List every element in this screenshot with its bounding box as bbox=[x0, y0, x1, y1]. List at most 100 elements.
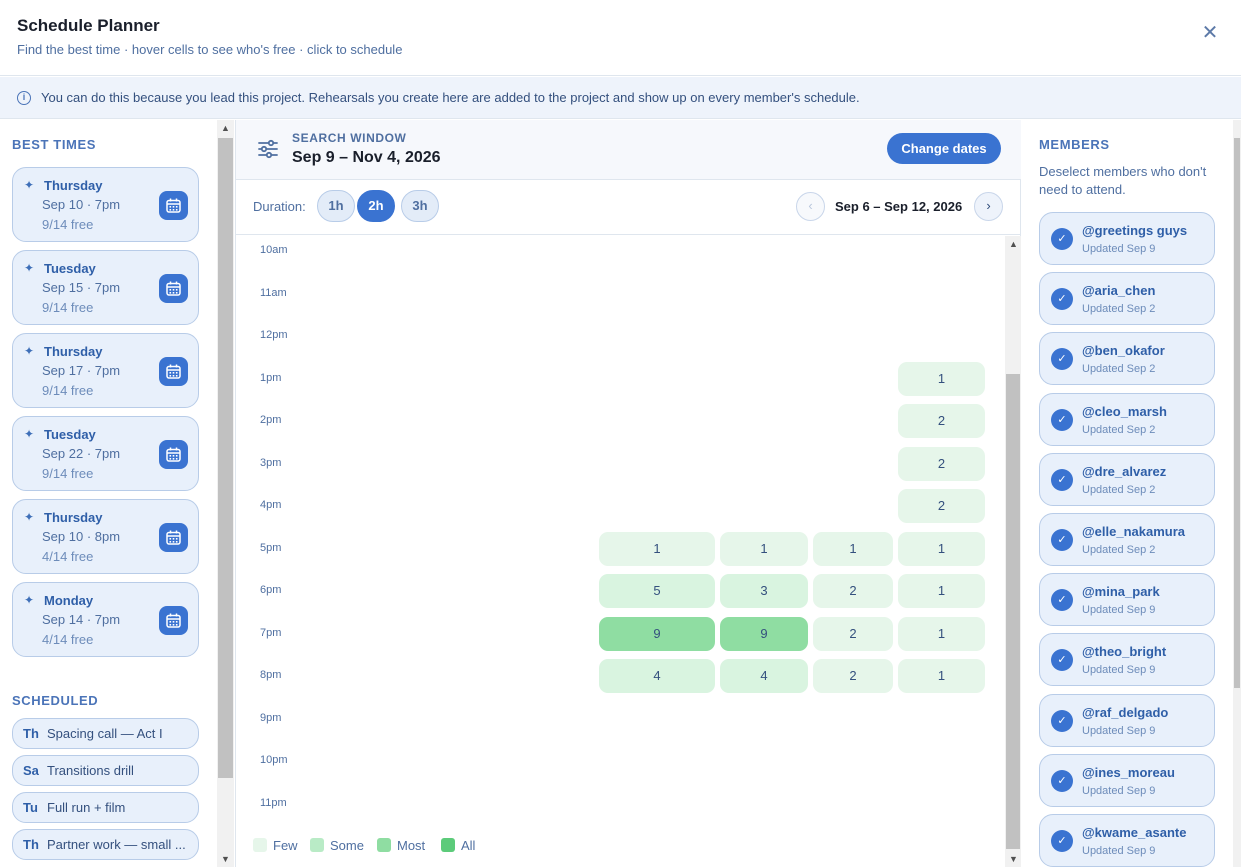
scheduled-item-name: Full run + film bbox=[47, 800, 126, 815]
best-time-card[interactable]: ✦ Thursday Sep 10 · 7pm 9/14 free bbox=[12, 167, 199, 242]
scheduled-item[interactable]: Tu Full run + film bbox=[12, 792, 199, 823]
best-time-card[interactable]: ✦ Tuesday Sep 15 · 7pm 9/14 free bbox=[12, 250, 199, 325]
schedule-calendar-button[interactable] bbox=[159, 357, 188, 386]
check-icon[interactable]: ✓ bbox=[1051, 589, 1073, 612]
best-time-card[interactable]: ✦ Thursday Sep 10 · 8pm 4/14 free bbox=[12, 499, 199, 574]
availability-cell[interactable]: 4 bbox=[599, 659, 715, 693]
availability-cell[interactable]: 2 bbox=[898, 489, 985, 523]
check-icon[interactable]: ✓ bbox=[1051, 348, 1073, 371]
scroll-thumb[interactable] bbox=[1234, 138, 1240, 688]
member-toggle[interactable]: ✓ @ben_okafor Updated Sep 2 bbox=[1039, 332, 1215, 386]
scroll-down-icon[interactable]: ▼ bbox=[1005, 851, 1022, 867]
check-icon[interactable]: ✓ bbox=[1051, 709, 1073, 732]
check-icon[interactable]: ✓ bbox=[1051, 769, 1073, 792]
availability-cell[interactable]: 9 bbox=[720, 616, 808, 651]
member-toggle[interactable]: ✓ @dre_alvarez Updated Sep 2 bbox=[1039, 452, 1215, 506]
member-toggle[interactable]: ✓ @cleo_marsh Updated Sep 2 bbox=[1039, 392, 1215, 446]
check-icon[interactable]: ✓ bbox=[1051, 288, 1073, 311]
availability-cell[interactable]: 5 bbox=[599, 574, 715, 608]
members-scrollbar[interactable] bbox=[1233, 120, 1241, 867]
best-time-card[interactable]: ✦ Monday Sep 14 · 7pm 4/14 free bbox=[12, 582, 199, 657]
availability-cell[interactable]: 2 bbox=[813, 659, 893, 693]
scroll-thumb[interactable] bbox=[218, 138, 233, 778]
chevron-left-icon[interactable]: ‹ bbox=[796, 192, 825, 221]
availability-cell[interactable]: 1 bbox=[898, 574, 985, 608]
check-icon[interactable]: ✓ bbox=[1051, 228, 1073, 250]
availability-cell[interactable]: 4 bbox=[720, 659, 808, 693]
scheduled-item[interactable]: Th Spacing call — Act I bbox=[12, 718, 199, 749]
page-subtitle: Find the best time · hover cells to see … bbox=[17, 42, 403, 57]
scroll-thumb[interactable] bbox=[1006, 374, 1020, 849]
hour-label: 12pm bbox=[260, 329, 288, 341]
best-time-card[interactable]: ✦ Thursday Sep 17 · 7pm 9/14 free bbox=[12, 333, 199, 408]
sparkle-icon: ✦ bbox=[24, 510, 35, 524]
availability-cell[interactable]: 2 bbox=[813, 616, 893, 651]
search-window-label: SEARCH WINDOW bbox=[292, 131, 407, 145]
availability-cell[interactable]: 1 bbox=[898, 616, 985, 651]
calendar-icon bbox=[166, 281, 181, 296]
availability-cell[interactable]: 1 bbox=[898, 659, 985, 693]
schedule-calendar-button[interactable] bbox=[159, 191, 188, 220]
scheduled-item[interactable]: Sa Transitions drill bbox=[12, 755, 199, 786]
left-scrollbar[interactable]: ▲ ▼ bbox=[217, 120, 234, 867]
member-toggle[interactable]: ✓ @elle_nakamura Updated Sep 2 bbox=[1039, 513, 1215, 566]
member-updated: Updated Sep 9 bbox=[1082, 845, 1156, 857]
schedule-calendar-button[interactable] bbox=[159, 523, 188, 552]
availability-cell[interactable]: 1 bbox=[720, 531, 808, 566]
duration-2h-button[interactable]: 2h bbox=[357, 190, 395, 222]
availability-cell[interactable]: 1 bbox=[898, 531, 985, 566]
best-time-day: Monday bbox=[44, 593, 94, 608]
close-icon[interactable]: ✕ bbox=[1201, 23, 1219, 43]
schedule-grid-panel: SEARCH WINDOW Sep 9 – Nov 4, 2026 Change… bbox=[235, 120, 1021, 867]
member-toggle[interactable]: ✓ @greetings guys Updated Sep 9 bbox=[1039, 212, 1215, 265]
check-icon[interactable]: ✓ bbox=[1051, 408, 1073, 431]
legend-item-most: Most bbox=[377, 838, 425, 853]
best-time-day: Thursday bbox=[44, 178, 103, 193]
availability-cell[interactable]: 3 bbox=[720, 574, 808, 608]
scheduled-label: SCHEDULED bbox=[12, 693, 99, 708]
best-time-free-count: 9/14 free bbox=[42, 217, 94, 232]
schedule-calendar-button[interactable] bbox=[159, 606, 188, 635]
scheduled-item[interactable]: Th Partner work — small ... bbox=[12, 829, 199, 860]
check-icon[interactable]: ✓ bbox=[1051, 468, 1073, 491]
check-icon[interactable]: ✓ bbox=[1051, 649, 1073, 672]
members-panel: MEMBERS Deselect members who don't need … bbox=[1022, 120, 1241, 867]
member-toggle[interactable]: ✓ @raf_delgado Updated Sep 9 bbox=[1039, 693, 1215, 747]
duration-1h-button[interactable]: 1h bbox=[317, 190, 355, 222]
duration-3h-button[interactable]: 3h bbox=[401, 190, 439, 222]
schedule-calendar-button[interactable] bbox=[159, 274, 188, 303]
scroll-down-icon[interactable]: ▼ bbox=[217, 851, 234, 867]
grid-scrollbar[interactable]: ▲ ▼ bbox=[1005, 236, 1021, 867]
member-updated: Updated Sep 2 bbox=[1082, 423, 1156, 436]
check-icon[interactable]: ✓ bbox=[1051, 529, 1073, 551]
schedule-calendar-button[interactable] bbox=[159, 440, 188, 469]
availability-cell[interactable]: 2 bbox=[898, 404, 985, 438]
best-time-card[interactable]: ✦ Tuesday Sep 22 · 7pm 9/14 free bbox=[12, 416, 199, 491]
hour-label: 10am bbox=[260, 244, 288, 256]
member-toggle[interactable]: ✓ @kwame_asante Updated Sep 9 bbox=[1039, 814, 1215, 867]
best-time-slot: Sep 14 · 7pm bbox=[42, 612, 121, 627]
best-time-day: Tuesday bbox=[44, 427, 96, 442]
member-toggle[interactable]: ✓ @aria_chen Updated Sep 2 bbox=[1039, 272, 1215, 326]
availability-cell[interactable]: 2 bbox=[813, 574, 893, 608]
availability-cell[interactable]: 1 bbox=[898, 361, 985, 396]
member-updated: Updated Sep 2 bbox=[1082, 363, 1156, 376]
member-toggle[interactable]: ✓ @theo_bright Updated Sep 9 bbox=[1039, 633, 1215, 687]
member-toggle[interactable]: ✓ @ines_moreau Updated Sep 9 bbox=[1039, 753, 1215, 807]
availability-cell[interactable]: 9 bbox=[599, 616, 715, 651]
member-toggle[interactable]: ✓ @mina_park Updated Sep 9 bbox=[1039, 573, 1215, 627]
member-handle: @elle_nakamura bbox=[1082, 524, 1186, 539]
hour-label: 3pm bbox=[260, 456, 282, 469]
scroll-up-icon[interactable]: ▲ bbox=[217, 120, 234, 136]
hour-label: 9pm bbox=[260, 711, 282, 724]
availability-grid: 10am 11am 12pm 1pm 2pm 3pm 4pm 5pm 6pm 7pm 8pm 9pm 1… bbox=[236, 236, 1006, 867]
availability-cell[interactable]: 1 bbox=[813, 531, 893, 566]
search-window-range: Sep 9 – Nov 4, 2026 bbox=[292, 149, 441, 166]
availability-cell[interactable]: 1 bbox=[599, 531, 715, 566]
check-icon[interactable]: ✓ bbox=[1051, 830, 1073, 852]
availability-cell[interactable]: 2 bbox=[898, 446, 985, 481]
change-dates-button[interactable]: Change dates bbox=[887, 133, 1001, 164]
scroll-up-icon[interactable]: ▲ bbox=[1005, 236, 1022, 252]
calendar-icon bbox=[166, 198, 181, 213]
chevron-right-icon[interactable]: › bbox=[974, 192, 1003, 221]
